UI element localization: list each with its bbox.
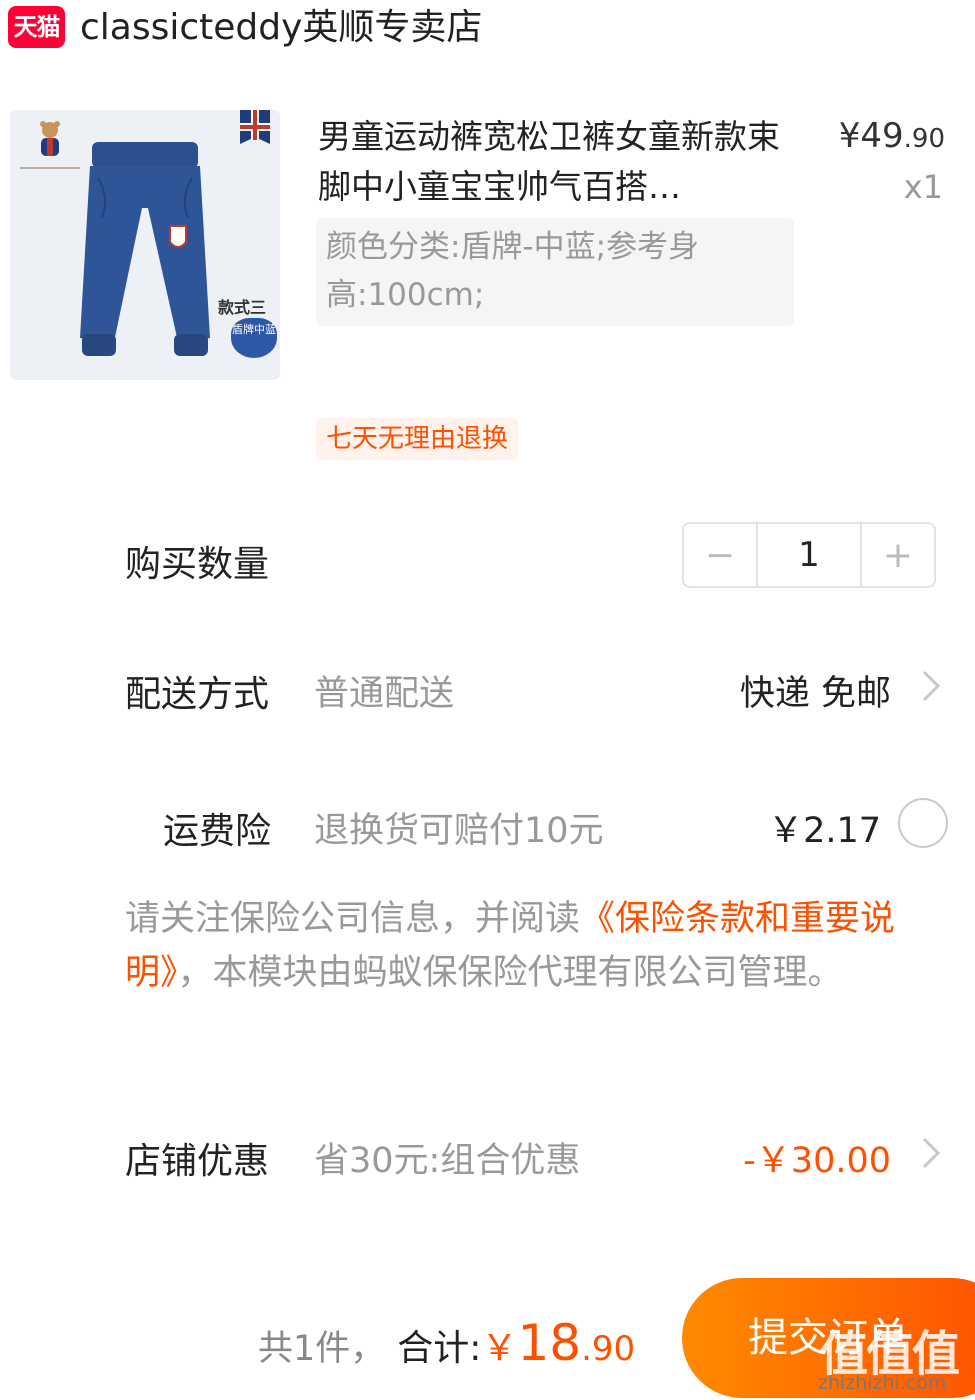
insurance-notice: 请关注保险公司信息，并阅读《保险条款和重要说明》，本模块由蚂蚁保保险代理有限公司… [125, 892, 955, 1000]
chevron-right-icon[interactable] [920, 1133, 942, 1173]
sku-spec[interactable]: 颜色分类:盾牌-中蓝;参考身高:100cm; [316, 218, 794, 326]
product-quantity: x1 [903, 168, 943, 206]
notice-text-after: ，本模块由蚂蚁保保险代理有限公司管理。 [177, 953, 843, 993]
price-decimal: .90 [903, 124, 945, 154]
total-decimal: .90 [581, 1329, 636, 1369]
store-discount-desc: 省30元:组合优惠 [314, 1141, 581, 1181]
shipping-insurance-label: 运费险 [163, 811, 272, 852]
tmall-logo: 天猫 [8, 6, 65, 48]
total-label: 合计: [397, 1328, 482, 1369]
return-policy-badge: 七天无理由退换 [316, 418, 519, 460]
uk-flag-icon [240, 110, 270, 144]
purchase-qty-label: 购买数量 [125, 544, 270, 585]
order-summary: 共1件， 合计:￥18.90 [258, 1314, 635, 1372]
pants-illustration [80, 142, 210, 356]
store-discount-value[interactable]: -￥30.00 [743, 1132, 891, 1183]
total-currency: ￥ [481, 1328, 518, 1369]
decrement-button[interactable]: − [684, 524, 756, 586]
shipping-insurance-price: ￥2.17 [768, 811, 881, 851]
product-image[interactable]: 款式三 盾牌中蓝 [10, 110, 280, 380]
watermark-url: zhizhizhi.com [818, 1372, 947, 1394]
chevron-right-icon[interactable] [920, 666, 942, 706]
notice-text-before: 请关注保险公司信息，并阅读 [125, 899, 581, 939]
product-title[interactable]: 男童运动裤宽松卫裤女童新款束脚中小童宝宝帅气百搭… [318, 112, 808, 212]
item-count: 共1件， [258, 1329, 386, 1369]
price-integer: ¥49 [838, 116, 904, 156]
delivery-value[interactable]: 快递 免邮 [740, 665, 891, 716]
quantity-stepper[interactable]: − 1 + [682, 522, 936, 588]
image-style-tag: 盾牌中蓝 [231, 318, 277, 358]
delivery-method: 普通配送 [314, 674, 455, 714]
shipping-insurance-desc: 退换货可赔付10元 [314, 811, 604, 851]
total-integer: 18 [517, 1314, 582, 1372]
store-name[interactable]: classicteddy英顺专卖店 [80, 4, 482, 52]
quantity-value[interactable]: 1 [756, 524, 862, 586]
insurance-radio[interactable] [898, 798, 948, 848]
delivery-label: 配送方式 [125, 674, 270, 715]
store-discount-label: 店铺优惠 [125, 1141, 270, 1182]
image-style-label: 款式三 [218, 298, 267, 317]
increment-button[interactable]: + [862, 524, 934, 586]
product-price: ¥49.90 [839, 116, 945, 156]
